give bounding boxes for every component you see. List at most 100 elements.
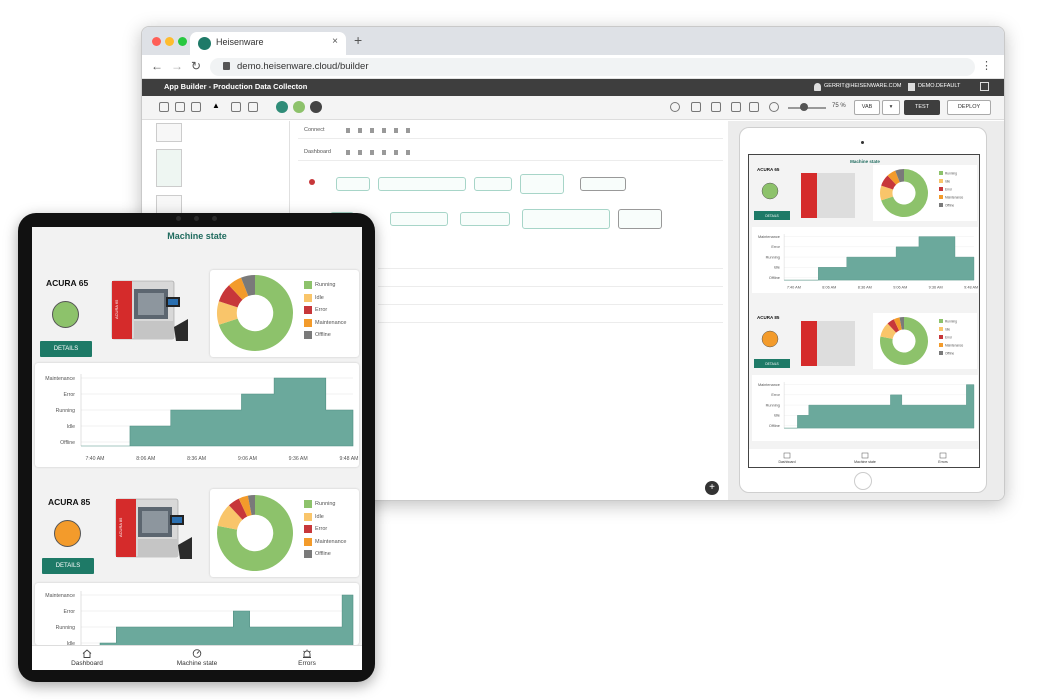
rotate-icon[interactable] [749,102,759,112]
reload-icon[interactable]: ↻ [191,59,201,73]
mobile-preview-icon[interactable] [691,102,701,112]
y-tick-label: Running [56,408,75,414]
flow-node-dot[interactable] [309,179,315,185]
play-icon[interactable] [310,101,322,113]
flow-node[interactable] [460,212,510,226]
y-tick-label: Offline [60,440,75,446]
x-tick-label: 8:36 AM [858,286,872,290]
flow-group-tools-icon[interactable] [346,128,412,133]
monitor-preview-icon[interactable] [731,102,741,112]
back-icon[interactable]: ← [151,59,163,73]
desktop-view-icon[interactable] [191,102,201,112]
flow-node[interactable] [580,177,626,191]
x-tick-label: 8:06 AM [822,286,836,290]
state-timeline-card: Maintenance Error Running Idle Offline 7:40 A… [35,363,359,467]
y-tick-label: Error [63,392,75,398]
layout-icon[interactable] [248,102,258,112]
preview-nav-label: Errors [938,460,948,464]
home-icon [82,649,92,658]
globe-icon[interactable] [670,102,680,112]
flow-node[interactable] [474,177,512,191]
nav-item-errors[interactable]: Errors [252,646,362,670]
flow-group[interactable] [378,289,723,305]
url-input[interactable]: demo.heisenware.cloud/builder [210,58,975,76]
tablet-view-icon[interactable] [175,102,185,112]
flow-node[interactable] [390,212,448,226]
zoom-slider-knob[interactable] [800,103,808,111]
preview-dashboard: Machine state ACURA 65 DETAILS Running Idle E… [749,159,979,467]
y-tick-label: Idle [774,414,780,418]
preview-legend-label: Idle [945,180,950,184]
x-tick-label: 9:48 AM [964,286,978,290]
details-button[interactable]: DETAILS [42,558,94,574]
tablet-preview-icon[interactable] [711,102,721,112]
legend-swatch [304,537,312,546]
app-title: App Builder - Production Data Collecton [164,82,308,91]
y-tick-label: Maintenance [758,235,780,239]
page-thumbnail[interactable] [156,149,182,187]
y-tick-label: Error [771,393,780,397]
details-button[interactable]: DETAILS [40,341,92,357]
flow-group[interactable] [378,253,723,269]
flow-group-dashboard[interactable]: Dashboard [298,145,723,161]
legend-swatch [304,500,312,508]
legend-label: Error [315,307,328,313]
run-icon[interactable] [276,101,288,113]
add-node-button[interactable]: + [705,481,719,495]
breakpoint-dropdown-icon[interactable]: ▾ [882,100,900,115]
minimize-window-button[interactable] [165,37,174,46]
preview-status-indicator [761,330,779,348]
tab-bar: Heisenware × + [142,27,1004,55]
browser-tab[interactable]: Heisenware × [190,32,346,55]
y-tick-label: Maintenance [45,376,75,382]
url-text: demo.heisenware.cloud/builder [237,61,369,72]
flow-node[interactable] [378,177,466,191]
flow-node[interactable] [336,177,370,191]
y-tick-label: Error [771,245,780,249]
page-thumbnail[interactable] [156,195,182,214]
grid-icon[interactable] [231,102,241,112]
preview-legend-label: Maintenance [945,196,963,200]
deploy-button[interactable]: DEPLOY [947,100,991,115]
flow-node[interactable] [618,209,662,229]
new-tab-button[interactable]: + [354,32,362,48]
breakpoint-select[interactable]: VAB [854,100,880,115]
preview-machine-name: ACURA 65 [757,167,780,172]
flow-group[interactable] [378,271,723,287]
y-tick-label: Idle [67,424,75,430]
gauge-icon [192,649,202,658]
domain-name[interactable]: DEMO.DEFAULT [918,83,960,89]
flow-group-tools-icon[interactable] [346,150,412,155]
user-email[interactable]: GERRIT@HEISENWARE.COM [824,83,902,89]
browser-menu-icon[interactable]: ⋮ [981,59,992,72]
tab-close-icon[interactable]: × [332,36,338,47]
preview-legend-label: Error [945,336,953,340]
api-icon[interactable] [293,101,305,113]
page-thumbnail[interactable] [156,123,182,142]
test-button[interactable]: TEST [904,100,940,115]
app-screen: Machine state ACURA 65 DETAILS ACURA 65 … [32,227,362,670]
sensor-icon [194,216,199,221]
state-pie-chart [217,275,293,351]
forward-icon[interactable]: → [171,59,183,73]
phone-view-icon[interactable] [159,102,169,112]
refresh-preview-icon[interactable] [769,102,779,112]
flow-group-connect[interactable]: Connect [298,123,723,139]
text-tool-icon[interactable]: ▲ [212,101,222,111]
home-button[interactable] [854,472,872,490]
flow-node[interactable] [522,209,610,229]
maximize-window-button[interactable] [178,37,187,46]
nav-item-machine-state[interactable]: Machine state [142,646,252,670]
preview-details-label: DETAILS [765,362,779,366]
x-tick-label: 9:06 AM [238,456,257,462]
y-tick-label: Offline [769,424,780,428]
x-tick-label: 8:36 AM [187,456,206,462]
flow-node[interactable] [520,174,564,194]
exit-icon[interactable] [980,82,989,91]
nav-item-dashboard[interactable]: Dashboard [32,646,142,670]
flow-group[interactable] [378,307,723,323]
legend-label: Maintenance [315,538,347,545]
close-window-button[interactable] [152,37,161,46]
legend-swatch [304,525,312,533]
preview-nav-label: Dashboard [778,460,795,464]
